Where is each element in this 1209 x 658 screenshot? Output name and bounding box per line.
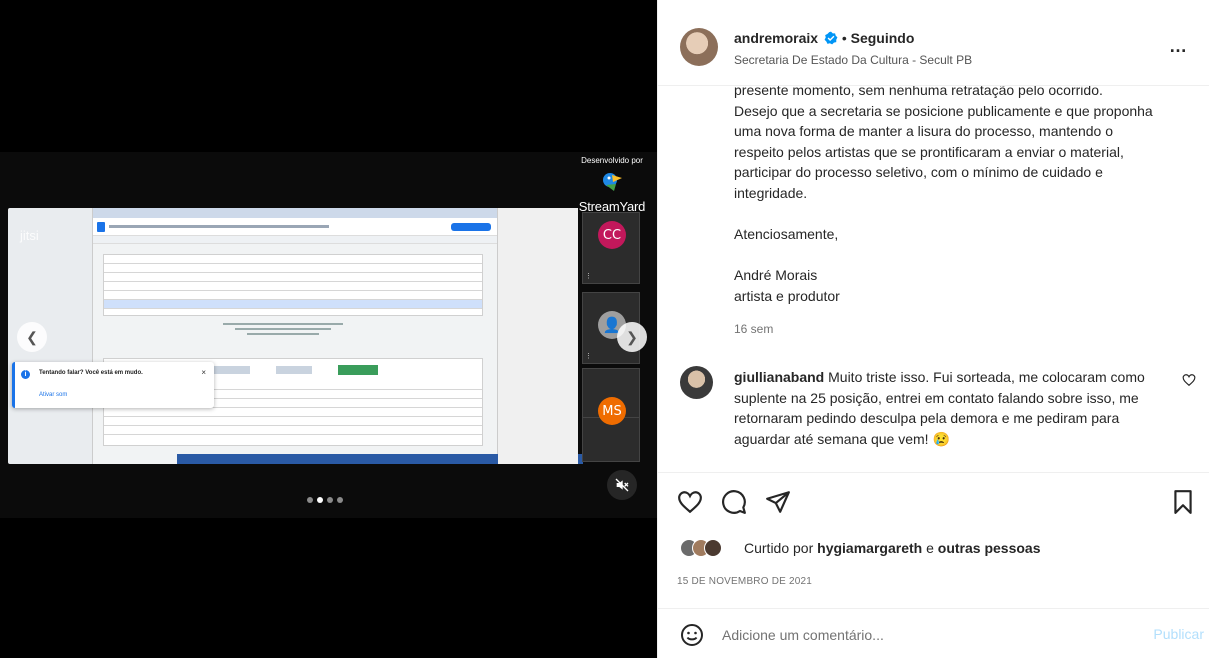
liked-by-others-link[interactable]: outras pessoas xyxy=(938,540,1041,556)
post-header: andremoraix • Seguindo Secretaria De Est… xyxy=(658,0,1209,86)
emoji-icon[interactable] xyxy=(680,623,704,647)
close-icon: × xyxy=(201,368,206,377)
avatar: CC xyxy=(598,221,626,249)
avatar[interactable] xyxy=(680,28,718,66)
mute-notification: i Tentando falar? Você está em mudo. Ati… xyxy=(12,362,214,408)
comment-bubble-icon[interactable] xyxy=(721,489,747,515)
publish-button[interactable]: Publicar xyxy=(1153,626,1204,642)
liked-by-user-link[interactable]: hygiamargareth xyxy=(817,540,922,556)
next-button[interactable]: ❯ xyxy=(617,322,647,352)
share-paper-plane-icon[interactable] xyxy=(765,489,791,515)
post-caption: presente momento, sem nenhuma retratação… xyxy=(734,86,1189,307)
shared-screen: jitsi xyxy=(8,208,583,464)
post-time-ago[interactable]: 16 sem xyxy=(734,322,773,336)
streamyard-brand: Desenvolvido por StreamYard xyxy=(578,156,646,214)
jitsi-watermark: jitsi xyxy=(20,228,39,243)
brasil-logo xyxy=(338,365,378,375)
post-panel: andremoraix • Seguindo Secretaria De Est… xyxy=(657,0,1209,658)
carousel-dot xyxy=(327,497,333,503)
participant-tile: MS xyxy=(582,368,640,425)
more-options-icon[interactable]: … xyxy=(1169,36,1188,57)
spreadsheet-header xyxy=(93,218,497,236)
unmute-link: Ativar som xyxy=(39,392,68,398)
chevron-left-icon: ❮ xyxy=(26,328,38,345)
comment: giullianaband Muito triste isso. Fui sor… xyxy=(734,367,1164,449)
liked-by-avatars xyxy=(680,537,738,559)
likes-summary: Curtido por hygiamargareth e outras pess… xyxy=(680,537,1041,559)
heart-icon[interactable] xyxy=(1182,373,1196,387)
comments-section[interactable]: presente momento, sem nenhuma retratação… xyxy=(658,86,1209,472)
participant-tile: CC ⋮ xyxy=(582,212,640,284)
bookmark-icon[interactable] xyxy=(1170,489,1196,515)
avatar: MS xyxy=(598,397,626,425)
like-heart-icon[interactable] xyxy=(677,489,703,515)
carousel-dot-active xyxy=(317,497,323,503)
username-link[interactable]: andremoraix xyxy=(734,30,818,46)
share-button-thumb xyxy=(451,222,491,231)
info-icon: i xyxy=(21,370,30,379)
chevron-right-icon: ❯ xyxy=(626,328,638,345)
caption-signature-name: André Morais xyxy=(734,267,818,284)
spreadsheet-table xyxy=(103,254,483,316)
caption-signature-role: artista e produtor xyxy=(734,287,840,304)
post-media[interactable]: jitsi i Tentando falar? Você está em mud… xyxy=(0,0,657,658)
comment-input[interactable] xyxy=(722,623,1102,647)
volume-muted-icon xyxy=(615,478,629,492)
carousel-dot xyxy=(337,497,343,503)
comment-username[interactable]: giullianaband xyxy=(734,369,824,385)
carousel-indicator xyxy=(307,497,343,503)
post-actions xyxy=(658,472,1209,532)
location-link[interactable]: Secretaria De Estado Da Cultura - Secult… xyxy=(734,53,972,67)
carousel-dot xyxy=(307,497,313,503)
avatar xyxy=(704,539,722,557)
video-player[interactable]: jitsi i Tentando falar? Você está em mud… xyxy=(0,152,657,518)
following-button[interactable]: Seguindo xyxy=(851,30,915,46)
browser-tab-bar xyxy=(93,208,497,218)
previous-button[interactable]: ❮ xyxy=(17,322,47,352)
avatar[interactable] xyxy=(680,366,713,399)
mute-button[interactable] xyxy=(607,470,637,500)
add-comment-bar: Publicar xyxy=(658,608,1209,658)
spreadsheet-toolbar xyxy=(93,236,497,244)
sheets-icon xyxy=(97,221,105,232)
shared-spreadsheet xyxy=(92,208,583,464)
caption-closing: Atenciosamente, xyxy=(734,226,839,243)
streamyard-logo-icon xyxy=(603,173,622,191)
post-date[interactable]: 15 DE NOVEMBRO DE 2021 xyxy=(677,576,812,587)
verified-badge-icon xyxy=(824,31,838,45)
